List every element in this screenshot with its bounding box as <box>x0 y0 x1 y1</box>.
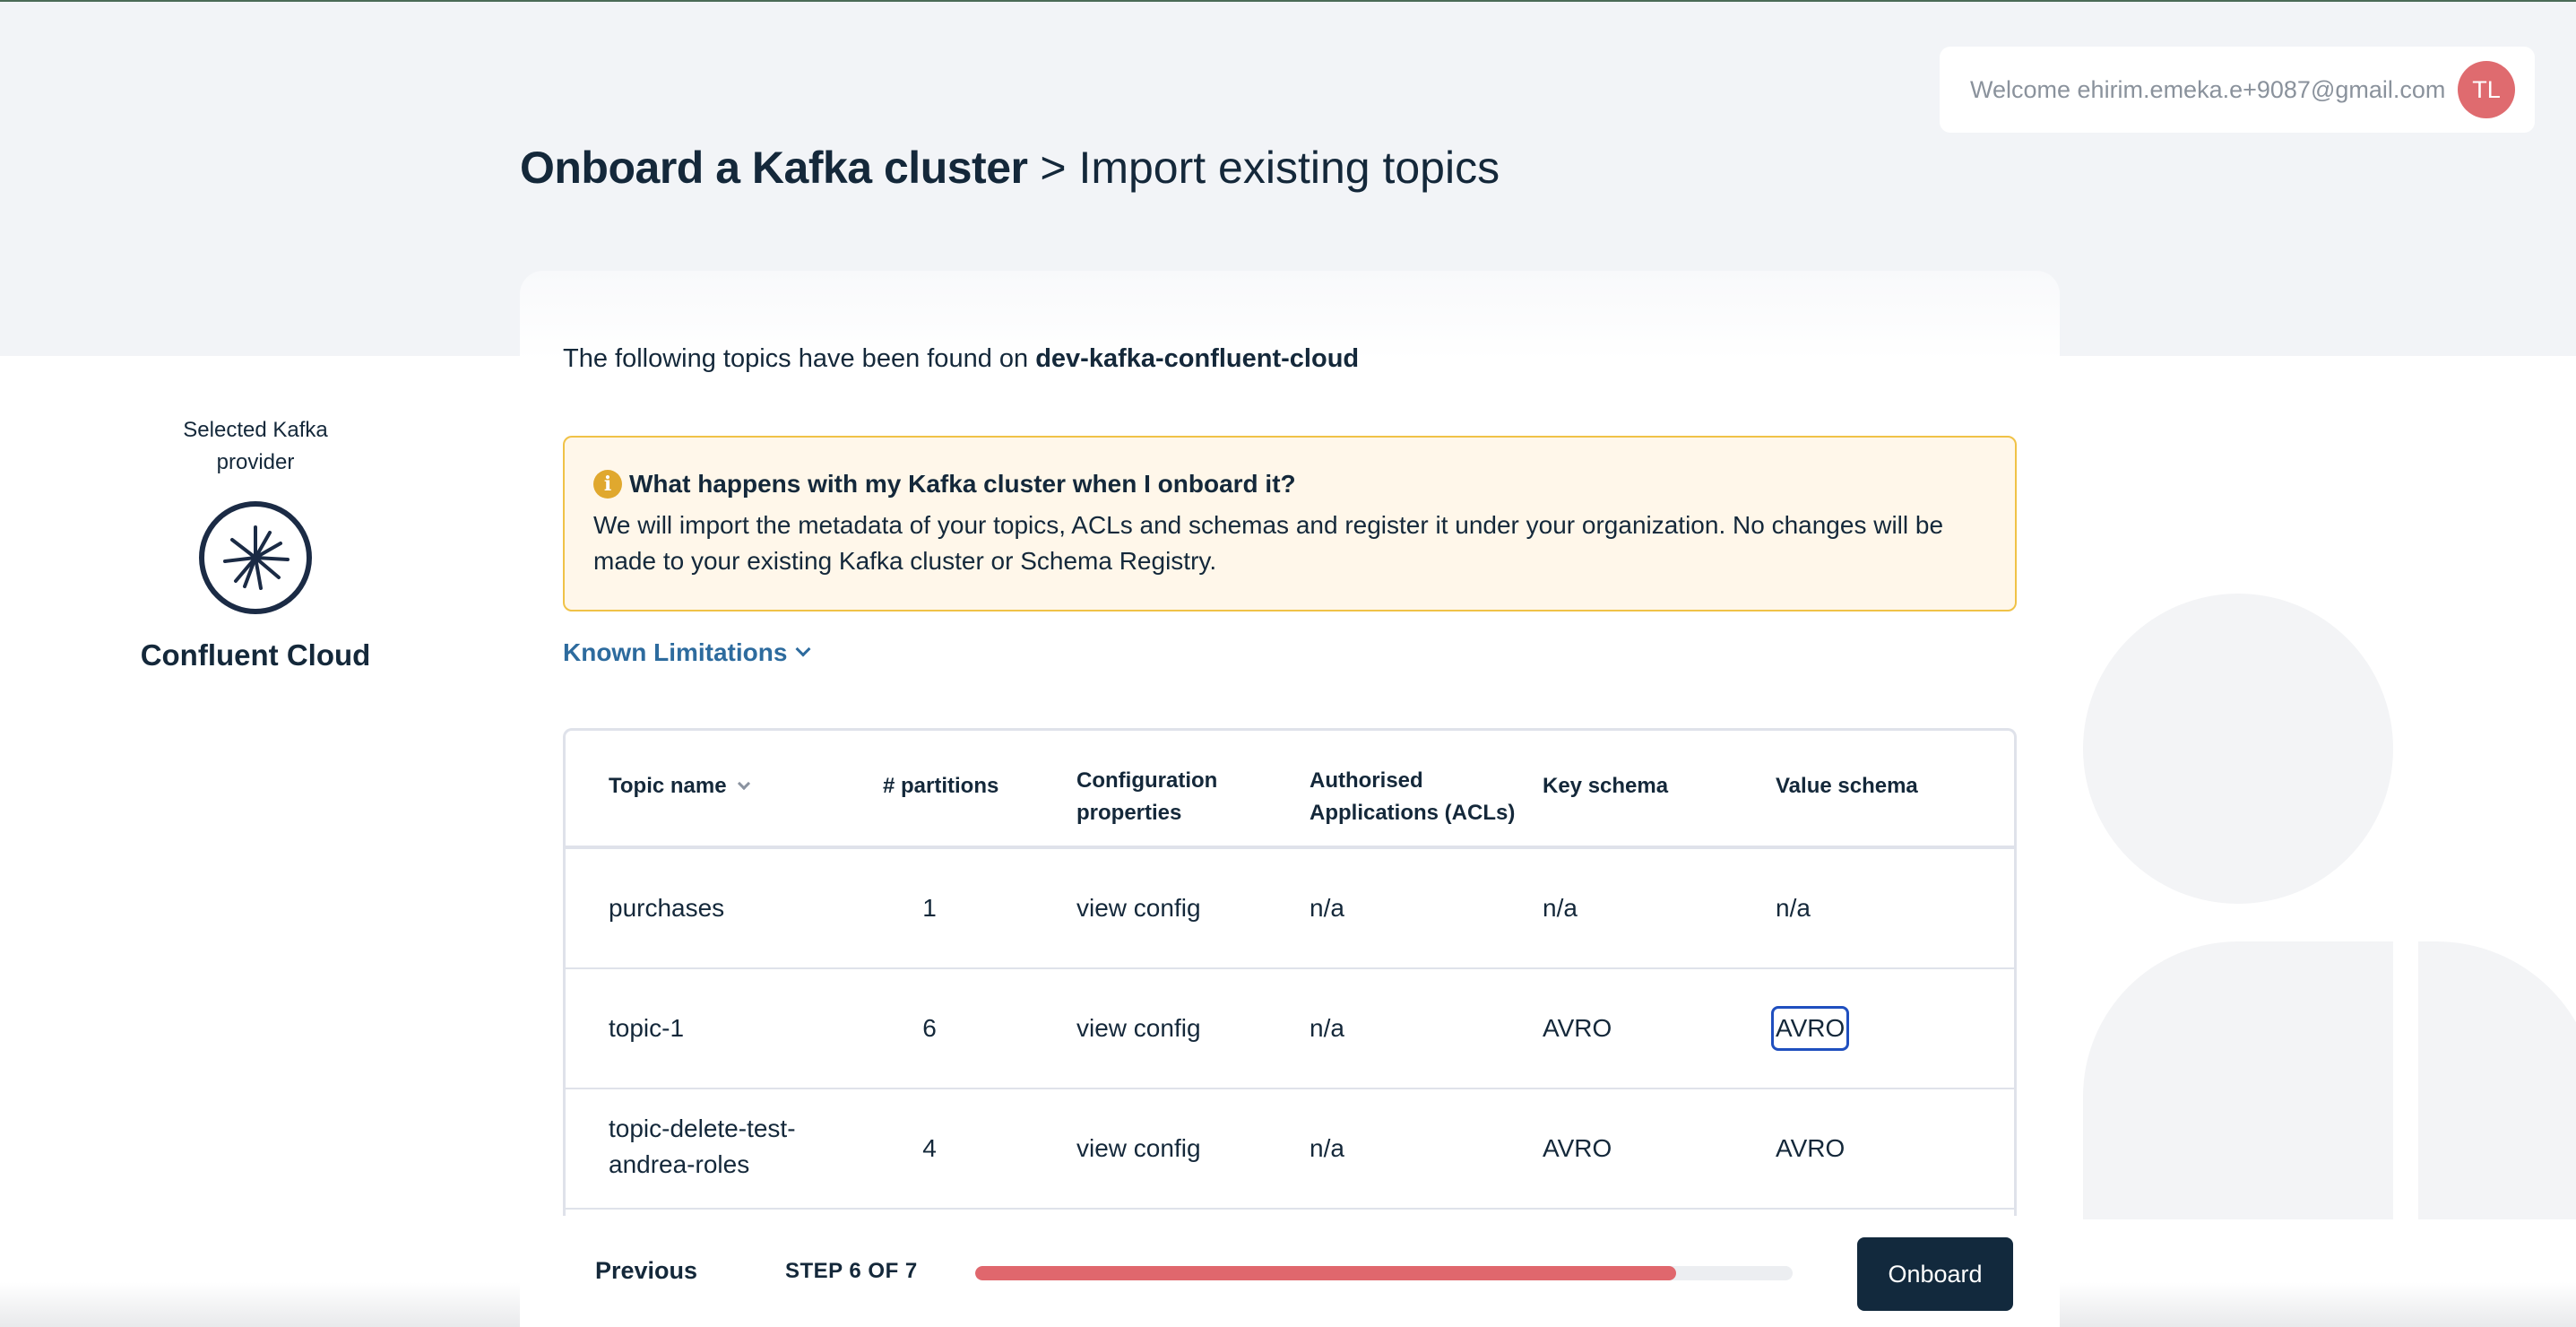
column-header-config: Configuration properties <box>1076 768 1218 825</box>
column-header-acls: Authorised Applications (ACLs) <box>1310 768 1516 825</box>
view-config-link[interactable]: view config <box>1076 890 1201 926</box>
onboard-button[interactable]: Onboard <box>1857 1237 2013 1311</box>
column-header-partitions: # partitions <box>883 774 999 798</box>
partition-count: 4 <box>922 1134 937 1162</box>
table-row: purchases 1 view config n/a n/a n/a <box>566 849 2014 969</box>
selected-provider-panel: Selected Kafka provider Confluent Cloud <box>125 414 385 672</box>
page-title-sub: > Import existing topics <box>1027 143 1500 193</box>
decorative-shape <box>2083 941 2393 1219</box>
info-icon: i <box>593 470 622 499</box>
value-schema-value: n/a <box>1776 894 1811 922</box>
import-topics-card: The following topics have been found on … <box>520 271 2060 1284</box>
known-limitations-toggle[interactable]: Known Limitations <box>563 638 811 667</box>
value-schema-link[interactable]: AVRO <box>1770 1006 1850 1051</box>
selected-provider-label: Selected Kafka provider <box>183 418 328 474</box>
topic-name: purchases <box>609 894 725 922</box>
avatar[interactable]: TL <box>2458 61 2515 118</box>
intro-prefix: The following topics have been found on <box>563 344 1036 373</box>
partition-count: 1 <box>922 894 937 922</box>
notice-title-text: What happens with my Kafka cluster when … <box>629 470 1296 498</box>
progress-bar-fill <box>975 1266 1676 1280</box>
decorative-circle <box>2083 594 2393 904</box>
table-row: topic-delete-test-andrea-roles 4 view co… <box>566 1089 2014 1210</box>
topic-name: topic-1 <box>609 1014 685 1042</box>
previous-button[interactable]: Previous <box>595 1257 697 1285</box>
chevron-down-icon <box>795 641 811 657</box>
confluent-logo-icon <box>199 501 312 614</box>
sort-chevron-icon <box>737 776 750 791</box>
provider-name: Confluent Cloud <box>140 638 371 672</box>
table-header: Topic name # partitions Configuration pr… <box>566 731 2014 849</box>
column-header-topic-label: Topic name <box>609 774 727 798</box>
decorative-shape <box>2418 941 2576 1219</box>
progress-bar <box>975 1266 1793 1280</box>
step-indicator: STEP 6 OF 7 <box>785 1259 918 1283</box>
page-title: Onboard a Kafka cluster > Import existin… <box>520 142 1500 194</box>
acls-value: n/a <box>1310 894 1344 922</box>
wizard-footer: Previous STEP 6 OF 7 Onboard <box>520 1216 2060 1327</box>
known-limitations-label: Known Limitations <box>563 638 788 666</box>
view-config-link[interactable]: view config <box>1076 1010 1201 1046</box>
acls-value: n/a <box>1310 1134 1344 1162</box>
welcome-text: Welcome ehirim.emeka.e+9087@gmail.com <box>1970 75 2446 103</box>
topics-table: Topic name # partitions Configuration pr… <box>563 728 2017 1284</box>
table-row: topic-1 6 view config n/a AVRO AVRO <box>566 969 2014 1089</box>
onboard-info-notice: i What happens with my Kafka cluster whe… <box>563 436 2017 611</box>
partition-count: 6 <box>922 1014 937 1042</box>
key-schema-link[interactable]: AVRO <box>1543 1010 1612 1046</box>
notice-title: i What happens with my Kafka cluster whe… <box>593 470 1986 499</box>
column-header-topic[interactable]: Topic name <box>609 770 750 802</box>
cluster-name: dev-kafka-confluent-cloud <box>1035 344 1360 373</box>
column-header-key-schema: Key schema <box>1543 774 1669 798</box>
value-schema-link[interactable]: AVRO <box>1776 1131 1845 1167</box>
intro-text: The following topics have been found on … <box>563 344 1359 374</box>
page-title-main: Onboard a Kafka cluster <box>520 143 1028 193</box>
topic-name: topic-delete-test-andrea-roles <box>609 1115 796 1178</box>
user-welcome-panel: Welcome ehirim.emeka.e+9087@gmail.com TL <box>1940 47 2535 133</box>
view-config-link[interactable]: view config <box>1076 1131 1201 1167</box>
key-schema-link[interactable]: AVRO <box>1543 1131 1612 1167</box>
column-header-value-schema: Value schema <box>1776 774 1918 798</box>
key-schema-value: n/a <box>1543 894 1578 922</box>
acls-value: n/a <box>1310 1014 1344 1042</box>
notice-body: We will import the metadata of your topi… <box>593 511 1944 575</box>
